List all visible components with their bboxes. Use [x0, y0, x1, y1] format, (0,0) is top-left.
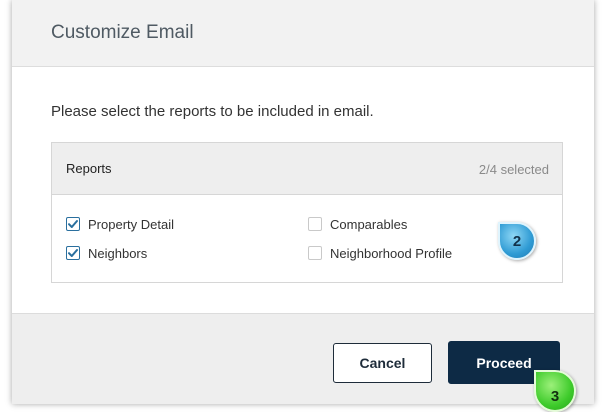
option-neighborhood-profile[interactable]: Neighborhood Profile	[308, 244, 452, 262]
comparables-label: Comparables	[330, 216, 408, 232]
instruction-text: Please select the reports to be included…	[51, 103, 374, 120]
cancel-button[interactable]: Cancel	[333, 343, 432, 383]
option-neighbors[interactable]: Neighbors	[66, 244, 147, 262]
reports-title: Reports	[66, 161, 112, 176]
option-comparables[interactable]: Comparables	[308, 215, 407, 233]
neighborhood-profile-label: Neighborhood Profile	[330, 245, 453, 261]
neighborhood-profile-checkbox[interactable]	[308, 246, 322, 260]
check-icon	[68, 220, 78, 228]
neighbors-label: Neighbors	[88, 245, 148, 261]
dialog-header: Customize Email	[12, 0, 594, 67]
property-detail-checkbox[interactable]	[66, 217, 80, 231]
dialog-title: Customize Email	[51, 22, 194, 43]
property-detail-label: Property Detail	[88, 216, 174, 232]
reports-selected-count: 2/4 selected	[478, 162, 549, 177]
comparables-checkbox[interactable]	[308, 217, 322, 231]
customize-email-dialog: Customize Email Please select the report…	[12, 0, 594, 404]
neighbors-checkbox[interactable]	[66, 246, 80, 260]
step-2-marker: 2	[498, 222, 536, 260]
dialog-footer: Cancel Proceed	[12, 313, 594, 404]
reports-panel: Reports 2/4 selected Property Detail Nei…	[51, 142, 563, 283]
check-icon	[68, 249, 78, 257]
option-property-detail[interactable]: Property Detail	[66, 215, 174, 233]
reports-panel-header: Reports 2/4 selected	[52, 143, 562, 195]
step-3-marker: 3	[534, 370, 576, 412]
